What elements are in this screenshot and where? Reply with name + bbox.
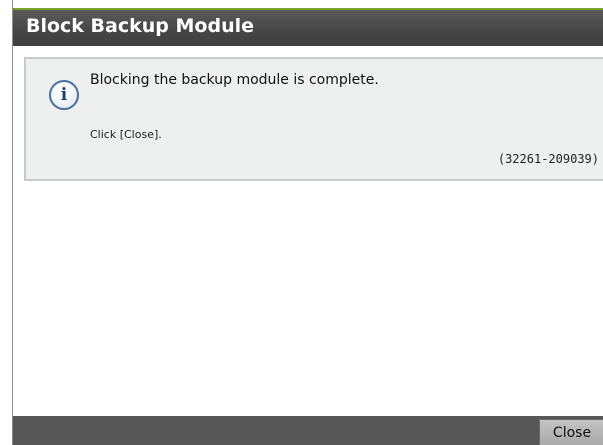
close-button[interactable]: Close — [539, 419, 603, 445]
dialog-title-bar: Block Backup Module — [13, 8, 603, 46]
dialog-footer: Close — [13, 416, 603, 445]
dialog-title: Block Backup Module — [26, 15, 254, 37]
completion-message-panel: i Blocking the backup module is complete… — [24, 57, 603, 181]
message-code: (32261-209039) — [497, 152, 599, 166]
completion-message: Blocking the backup module is complete. — [90, 72, 379, 88]
block-backup-module-dialog: Block Backup Module i Blocking the backu… — [12, 0, 603, 445]
close-instruction: Click [Close]. — [90, 128, 162, 141]
info-icon: i — [49, 80, 79, 110]
